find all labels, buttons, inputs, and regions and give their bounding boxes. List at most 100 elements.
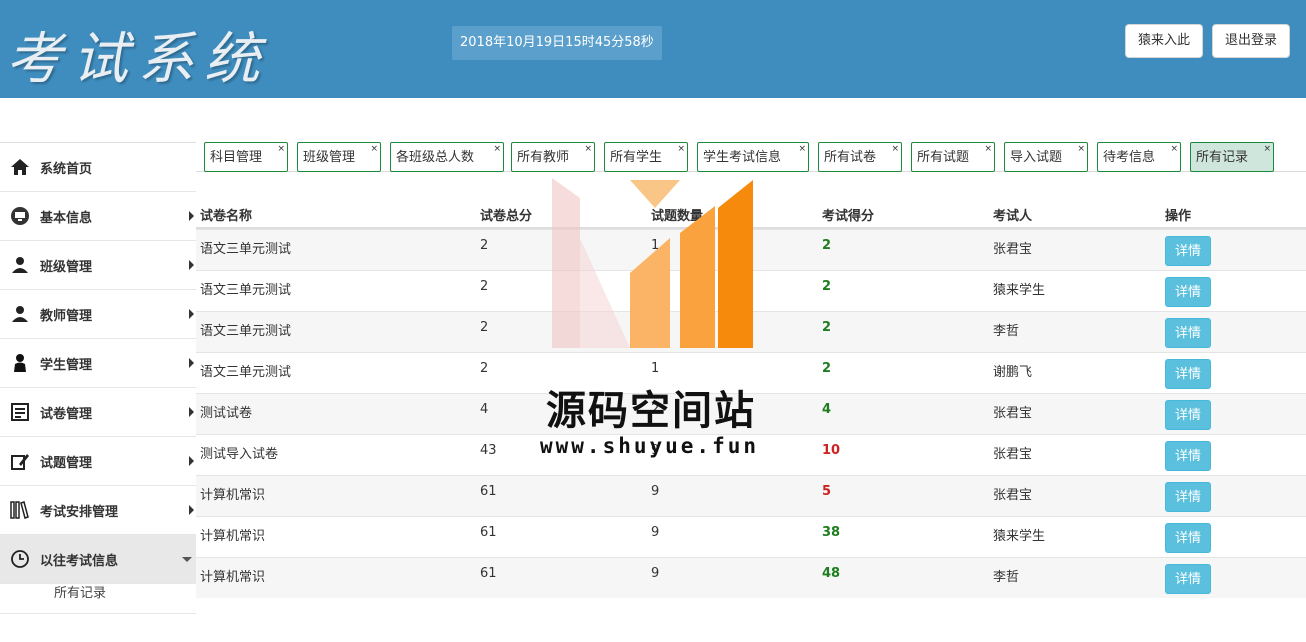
table-row: 语文三单元测试 2 1 2 猿来学生 详情: [196, 270, 1306, 311]
close-icon[interactable]: ×: [1170, 134, 1178, 164]
cell-paper-name: 计算机常识: [200, 570, 266, 585]
cell-paper-name: 语文三单元测试: [200, 365, 292, 380]
cell-paper-name: 语文三单元测试: [200, 242, 292, 257]
tab-subject[interactable]: 科目管理 ×: [204, 142, 288, 172]
close-icon[interactable]: ×: [1077, 134, 1085, 164]
chevron-right-icon: [189, 505, 194, 515]
sidebar-item-label: 教师管理: [40, 308, 93, 324]
tab-label: 科目管理: [210, 150, 263, 165]
col-header-count: 试题数量: [651, 209, 704, 224]
sidebar-item-label: 系统首页: [40, 161, 93, 177]
close-icon[interactable]: ×: [891, 134, 899, 164]
sidebar-item-paper[interactable]: 试卷管理: [0, 388, 196, 437]
sidebar-subitem-all-records[interactable]: 所有记录: [0, 584, 196, 614]
close-icon[interactable]: ×: [493, 134, 501, 164]
cell-person: 张君宝: [993, 488, 1033, 503]
table-row: 语文三单元测试 2 1 2 李哲 详情: [196, 311, 1306, 352]
cell-score: 5: [822, 484, 832, 499]
detail-button[interactable]: 详情: [1165, 236, 1211, 266]
cell-score: 38: [822, 525, 841, 540]
tab-all-questions[interactable]: 所有试题 ×: [911, 142, 995, 172]
cell-paper-name: 测试导入试卷: [200, 447, 279, 462]
tab-label: 各班级总人数: [396, 150, 475, 165]
edit-icon: [11, 454, 29, 470]
detail-button[interactable]: 详情: [1165, 359, 1211, 389]
chevron-right-icon: [189, 260, 194, 270]
home-icon: [11, 159, 29, 175]
tab-all-records[interactable]: 所有记录 ×: [1190, 142, 1274, 172]
chevron-right-icon: [189, 211, 194, 221]
detail-button[interactable]: 详情: [1165, 318, 1211, 348]
sidebar-item-label: 试卷管理: [40, 406, 93, 422]
cell-count: 9: [651, 525, 660, 540]
detail-button[interactable]: 详情: [1165, 441, 1211, 471]
records-table: 试卷名称 试卷总分 试题数量 考试得分 考试人 操作 语文三单元测试 2 1 2 张君宝…: [196, 198, 1306, 598]
sidebar-item-class[interactable]: 班级管理: [0, 241, 196, 290]
sidebar-item-exam-schedule[interactable]: 考试安排管理: [0, 486, 196, 535]
tab-class-total[interactable]: 各班级总人数 ×: [390, 142, 504, 172]
clock-icon: [11, 550, 29, 568]
cell-paper-name: 计算机常识: [200, 488, 266, 503]
tab-import-questions[interactable]: 导入试题 ×: [1004, 142, 1088, 172]
cell-total: 43: [480, 443, 497, 458]
close-icon[interactable]: ×: [1263, 134, 1271, 164]
close-icon[interactable]: ×: [584, 134, 592, 164]
sidebar-item-student[interactable]: 学生管理: [0, 339, 196, 388]
books-icon: [10, 501, 29, 519]
user-icon: [14, 354, 26, 372]
cell-person: 张君宝: [993, 447, 1033, 462]
cell-score: 2: [822, 361, 832, 376]
tab-all-students[interactable]: 所有学生 ×: [604, 142, 688, 172]
logout-button[interactable]: 退出登录: [1212, 24, 1291, 58]
sidebar: 系统首页 基本信息 班级管理 教师管理 学生管理 试卷管理 试题管理 考试安排管…: [0, 142, 196, 642]
cell-score: 48: [822, 566, 841, 581]
users-icon: [12, 257, 28, 273]
sidebar-item-label: 试题管理: [40, 455, 93, 471]
detail-button[interactable]: 详情: [1165, 482, 1211, 512]
sidebar-item-label: 考试安排管理: [40, 504, 119, 520]
app-logo: 考试系统: [6, 27, 270, 92]
cell-score: 2: [822, 320, 832, 335]
cell-total: 4: [480, 402, 489, 417]
table-row: 语文三单元测试 2 1 2 张君宝 详情: [196, 229, 1306, 270]
close-icon[interactable]: ×: [677, 134, 685, 164]
sidebar-item-question[interactable]: 试题管理: [0, 437, 196, 486]
tab-class[interactable]: 班级管理 ×: [297, 142, 381, 172]
close-icon[interactable]: ×: [798, 134, 806, 164]
cell-person: 张君宝: [993, 406, 1033, 421]
users-icon: [12, 306, 28, 322]
cell-score: 10: [822, 443, 841, 458]
tab-all-papers[interactable]: 所有试卷 ×: [818, 142, 902, 172]
cell-count: 1: [651, 320, 660, 335]
tab-label: 所有学生: [610, 150, 663, 165]
cell-person: 张君宝: [993, 242, 1033, 257]
cell-count: 1: [651, 361, 660, 376]
detail-button[interactable]: 详情: [1165, 523, 1211, 553]
close-icon[interactable]: ×: [984, 134, 992, 164]
table-row: 语文三单元测试 2 1 2 谢鹏飞 详情: [196, 352, 1306, 393]
sidebar-item-basic-info[interactable]: 基本信息: [0, 192, 196, 241]
cell-total: 61: [480, 525, 497, 540]
detail-button[interactable]: 详情: [1165, 277, 1211, 307]
tab-label: 所有教师: [517, 150, 570, 165]
tab-student-exam-info[interactable]: 学生考试信息 ×: [697, 142, 809, 172]
chevron-right-icon: [189, 407, 194, 417]
sidebar-item-home[interactable]: 系统首页: [0, 143, 196, 192]
cell-count: 9: [651, 566, 660, 581]
cell-score: 2: [822, 238, 832, 253]
col-header-score: 考试得分: [822, 209, 875, 224]
close-icon[interactable]: ×: [277, 134, 285, 164]
detail-button[interactable]: 详情: [1165, 400, 1211, 430]
detail-button[interactable]: 详情: [1165, 564, 1211, 594]
col-header-person: 考试人: [993, 209, 1033, 224]
table-header-row: 试卷名称 试卷总分 试题数量 考试得分 考试人 操作: [196, 198, 1306, 229]
sidebar-item-teacher[interactable]: 教师管理: [0, 290, 196, 339]
close-icon[interactable]: ×: [370, 134, 378, 164]
tab-all-teachers[interactable]: 所有教师 ×: [511, 142, 595, 172]
cell-person: 李哲: [993, 324, 1020, 339]
col-header-action: 操作: [1165, 209, 1192, 224]
tab-label: 所有记录: [1196, 150, 1249, 165]
enter-button[interactable]: 猿来入此: [1125, 24, 1204, 58]
tab-pending-exams[interactable]: 待考信息 ×: [1097, 142, 1181, 172]
sidebar-item-past-exams[interactable]: 以往考试信息: [0, 535, 196, 584]
